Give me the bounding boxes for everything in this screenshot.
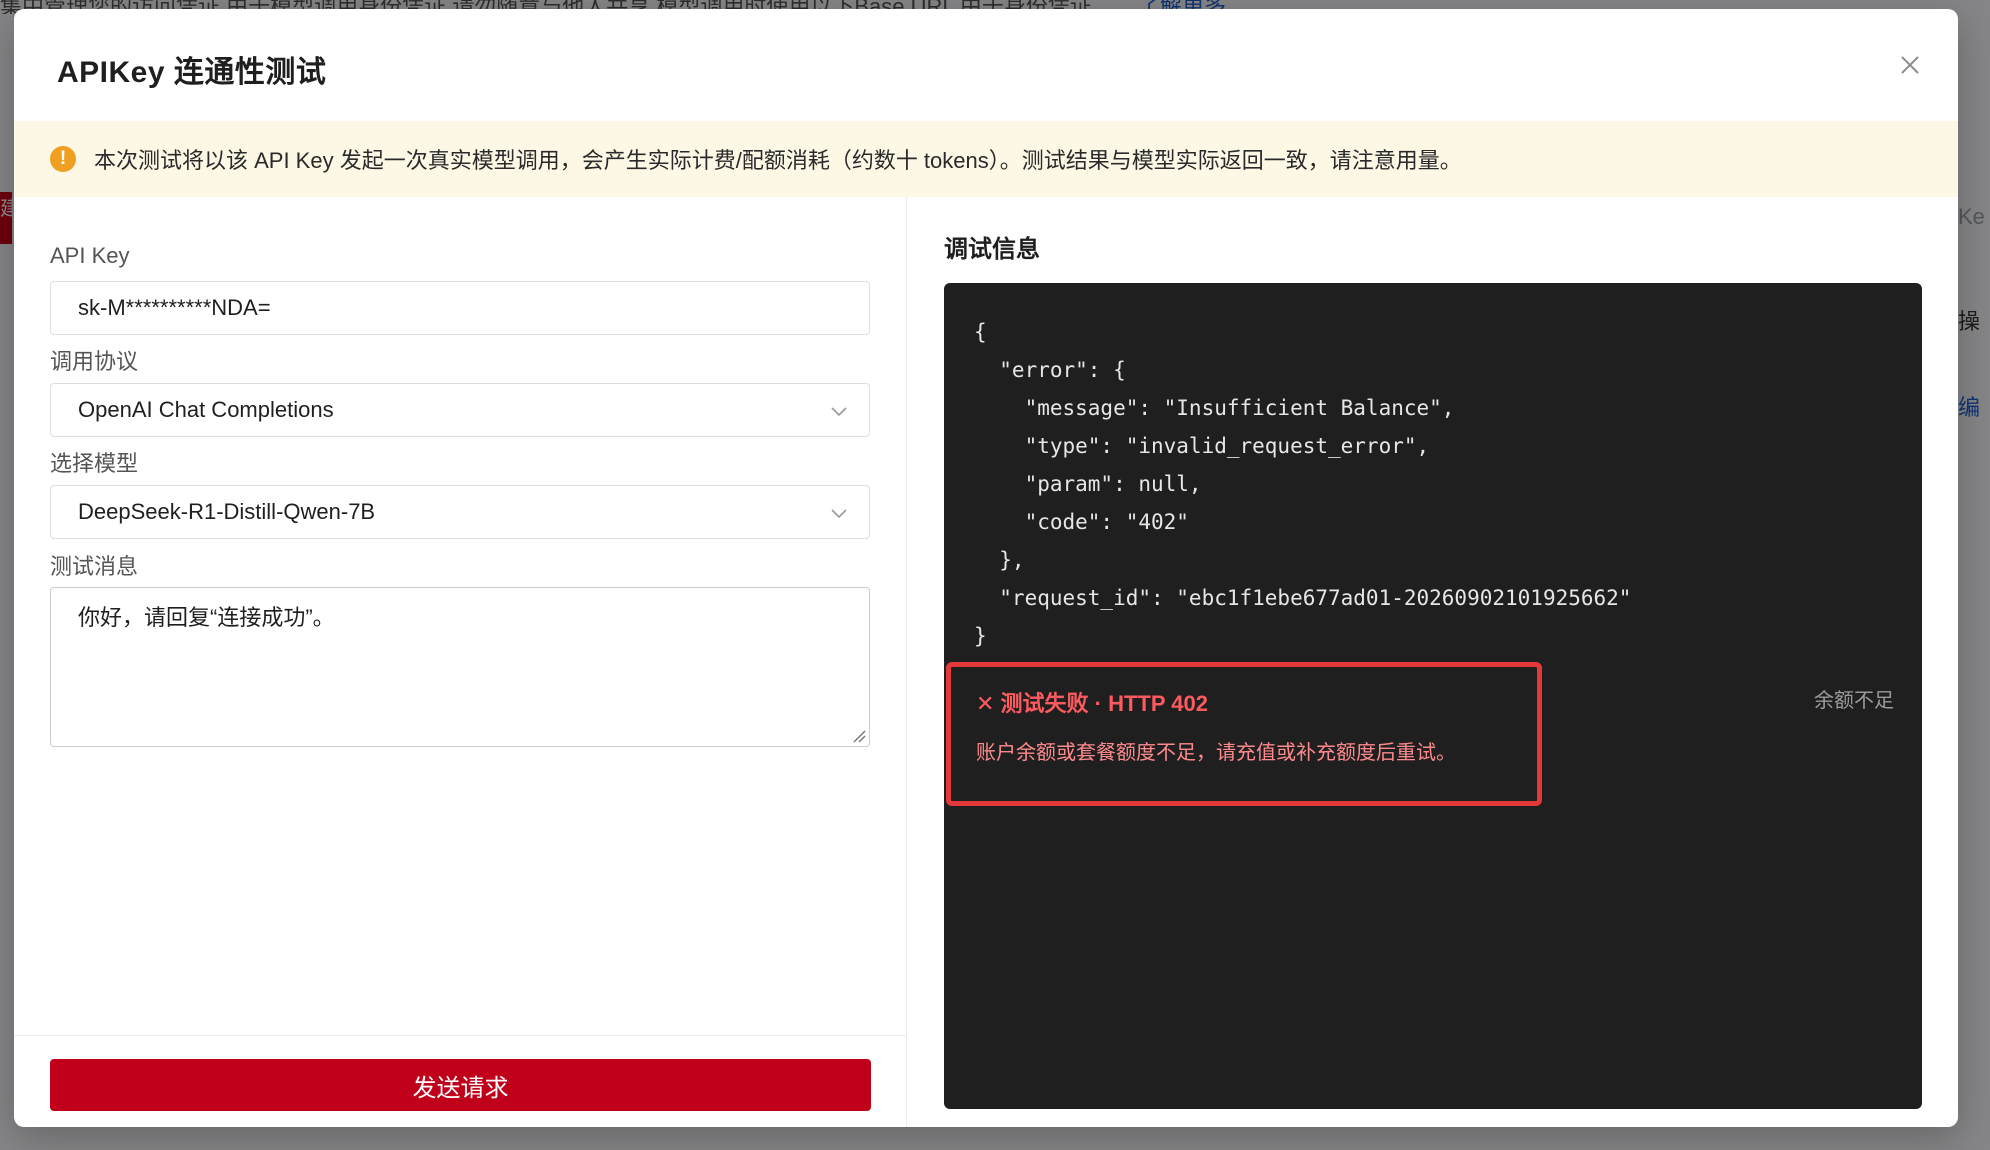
- response-json: { "error": { "message": "Insufficient Ba…: [974, 320, 1632, 648]
- message-value: 你好，请回复“连接成功”。: [78, 605, 335, 630]
- error-result-box: ✕ 测试失败 · HTTP 402 账户余额或套餐额度不足，请充值或补充额度后重…: [946, 662, 1542, 806]
- test-form: API Key sk-M**********NDA= 调用协议 OpenAI C…: [14, 197, 907, 1127]
- chevron-down-icon: [831, 407, 847, 417]
- apikey-test-dialog: APIKey 连通性测试 ! 本次测试将以该 API Key 发起一次真实模型调…: [14, 9, 1958, 1127]
- model-value: DeepSeek-R1-Distill-Qwen-7B: [78, 499, 376, 524]
- send-request-button[interactable]: 发送请求: [50, 1059, 871, 1111]
- close-icon: [1901, 56, 1919, 74]
- close-button[interactable]: [1896, 51, 1924, 79]
- footer-divider: [14, 1035, 907, 1036]
- message-textarea[interactable]: 你好，请回复“连接成功”。: [50, 587, 870, 747]
- error-title: ✕ 测试失败 · HTTP 402: [976, 691, 1208, 716]
- dialog-header: APIKey 连通性测试: [14, 9, 1958, 121]
- message-label: 测试消息: [50, 554, 139, 579]
- billing-warning-banner: ! 本次测试将以该 API Key 发起一次真实模型调用，会产生实际计费/配额消…: [14, 121, 1958, 197]
- error-description: 账户余额或套餐额度不足，请充值或补充额度后重试。: [976, 742, 1456, 764]
- protocol-value: OpenAI Chat Completions: [78, 397, 334, 422]
- warning-text: 本次测试将以该 API Key 发起一次真实模型调用，会产生实际计费/配额消耗（…: [94, 148, 1462, 173]
- model-select[interactable]: DeepSeek-R1-Distill-Qwen-7B: [50, 485, 870, 539]
- protocol-label: 调用协议: [50, 349, 139, 374]
- debug-console: { "error": { "message": "Insufficient Ba…: [944, 283, 1922, 1109]
- api-key-value: sk-M**********NDA=: [78, 295, 271, 320]
- error-tag: 余额不足: [1814, 690, 1894, 712]
- model-label: 选择模型: [50, 451, 139, 476]
- chevron-down-icon: [831, 509, 847, 519]
- debug-info-title: 调试信息: [944, 236, 1040, 263]
- resize-handle-icon[interactable]: [852, 729, 866, 743]
- warning-icon: !: [50, 146, 76, 172]
- protocol-select[interactable]: OpenAI Chat Completions: [50, 383, 870, 437]
- dialog-title: APIKey 连通性测试: [57, 56, 327, 89]
- api-key-label: API Key: [50, 243, 130, 268]
- api-key-field[interactable]: sk-M**********NDA=: [50, 281, 870, 335]
